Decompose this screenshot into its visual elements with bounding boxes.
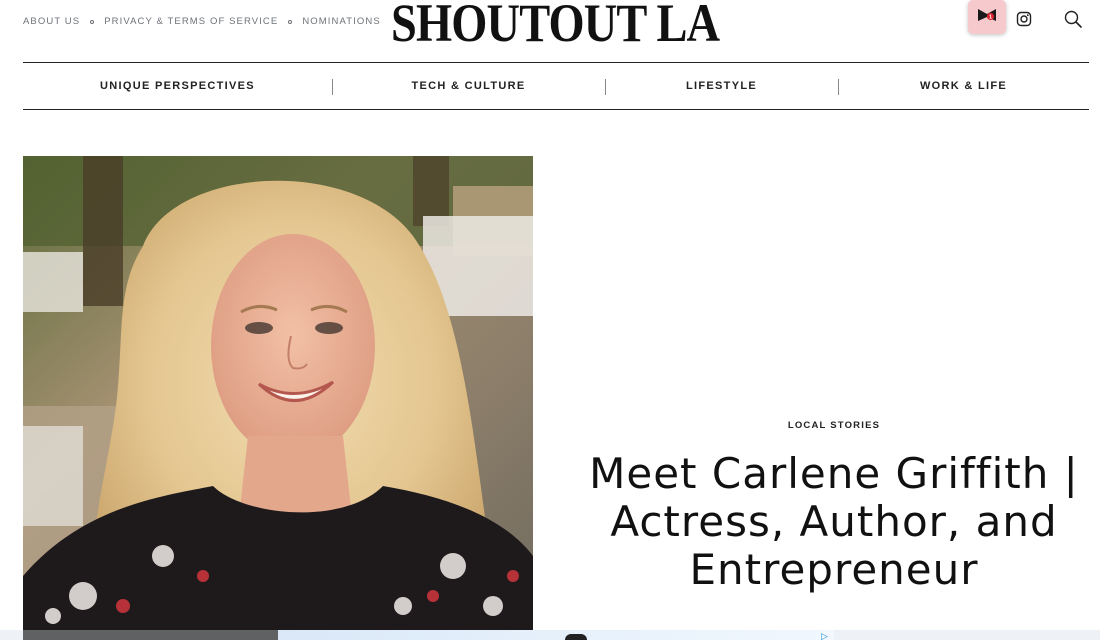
ad-choices-icon[interactable]: ▷ bbox=[821, 631, 828, 640]
nav-item-tech-culture[interactable]: TECH & CULTURE bbox=[332, 63, 605, 109]
instagram-button[interactable] bbox=[1013, 10, 1035, 32]
extension-icon: 1 bbox=[976, 5, 998, 30]
ad-banner-background bbox=[278, 630, 834, 640]
nav-item-work-life[interactable]: WORK & LIFE bbox=[838, 63, 1089, 109]
search-icon bbox=[1064, 10, 1082, 33]
article-title: Meet Carlene Griffith | Actress, Author,… bbox=[589, 449, 1079, 594]
extension-badge-count: 1 bbox=[989, 14, 992, 20]
featured-photo bbox=[23, 156, 533, 630]
search-button[interactable] bbox=[1062, 10, 1084, 32]
extension-button[interactable]: 1 bbox=[968, 0, 1006, 34]
about-us-link[interactable]: ABOUT US bbox=[23, 16, 80, 27]
ad-banner-image bbox=[23, 630, 278, 640]
ad-product-image bbox=[565, 634, 587, 640]
nav-item-unique-perspectives[interactable]: UNIQUE PERSPECTIVES bbox=[23, 63, 332, 109]
instagram-icon bbox=[1016, 11, 1032, 32]
main-nav: UNIQUE PERSPECTIVES TECH & CULTURE LIFES… bbox=[23, 62, 1089, 110]
site-logo[interactable]: SHOUTOUT LA bbox=[78, 0, 1033, 53]
article-category[interactable]: LOCAL STORIES bbox=[594, 420, 1074, 431]
nav-item-lifestyle[interactable]: LIFESTYLE bbox=[605, 63, 838, 109]
